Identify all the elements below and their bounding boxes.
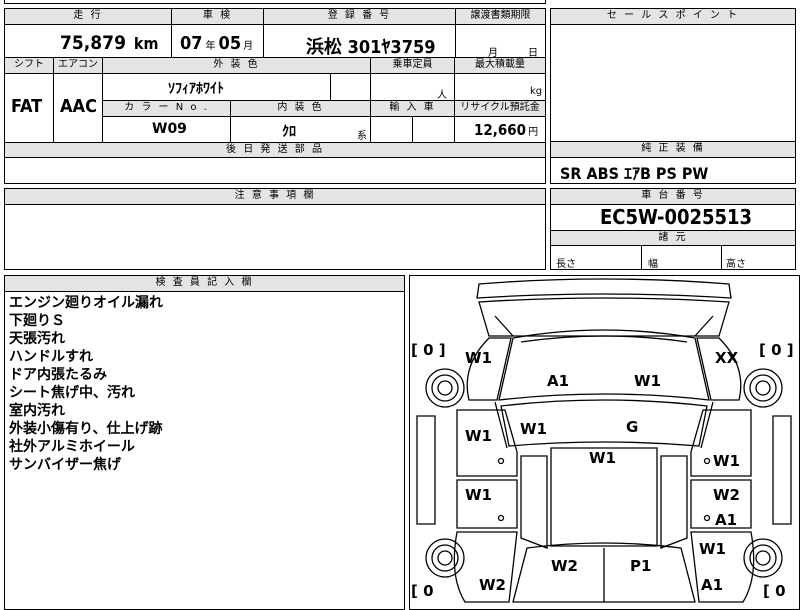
tire-front-right-label: [ 0 ] bbox=[759, 341, 794, 359]
interior-color-value: ｸﾛ bbox=[282, 124, 296, 140]
dimension-length-label: 長さ bbox=[556, 259, 576, 270]
aircon-value: AAC bbox=[60, 96, 97, 117]
damage-mark: W1 bbox=[465, 486, 492, 504]
chassis-number: EC5W-0025513 bbox=[600, 205, 753, 229]
inspector-notes-list: エンジン廻りオイル漏れ 下廻りＳ 天張汚れ ハンドルすれ ドア内張たるみ シート… bbox=[9, 294, 163, 474]
note-line: 社外アルミホイール bbox=[9, 439, 135, 455]
mileage-header: 走 行 bbox=[5, 9, 171, 25]
inspector-notes-header: 検 査 員 記 入 欄 bbox=[5, 276, 404, 292]
note-line: シート焦げ中、汚れ bbox=[9, 385, 135, 401]
note-line: 室内汚れ bbox=[9, 403, 65, 419]
equipment-value: SR ABS ｴｱB PS PW bbox=[560, 164, 709, 183]
recycle-fee-header: リサイクル預託金 bbox=[455, 101, 545, 117]
damage-mark: A1 bbox=[701, 576, 724, 594]
capacity-unit: 人 bbox=[437, 90, 447, 101]
damage-mark: A1 bbox=[547, 372, 570, 390]
damage-mark: W1 bbox=[713, 452, 740, 470]
max-load-header: 最大積載量 bbox=[455, 58, 545, 74]
transfer-deadline-header: 譲渡書類期限 bbox=[456, 9, 545, 25]
damage-mark: A1 bbox=[715, 511, 738, 529]
color-no-value: W09 bbox=[152, 121, 187, 137]
registration-value: 浜松 301ﾔ3759 bbox=[306, 37, 436, 58]
sales-point-box bbox=[550, 8, 796, 142]
cautions-header: 注 意 事 項 欄 bbox=[5, 189, 545, 205]
note-line: 天張汚れ bbox=[9, 331, 65, 347]
inspection-header: 車 検 bbox=[172, 9, 263, 25]
damage-mark: P1 bbox=[630, 557, 652, 575]
capacity-header: 乗車定員 bbox=[371, 58, 454, 74]
note-line: ドア内張たるみ bbox=[9, 367, 107, 383]
max-load-unit: kg bbox=[530, 86, 543, 97]
damage-mark: W2 bbox=[713, 486, 740, 504]
note-line: ハンドルすれ bbox=[9, 349, 93, 365]
damage-mark: W1 bbox=[465, 349, 492, 367]
shift-header: シフト bbox=[5, 58, 53, 74]
tire-rear-left-label: [ 0 bbox=[411, 582, 434, 600]
interior-color-suffix: 系 bbox=[357, 131, 367, 142]
sales-point-header: セ ー ル ス ポ イ ン ト bbox=[551, 9, 795, 25]
dimension-width-label: 幅 bbox=[648, 259, 658, 270]
tire-front-left-label: [ 0 ] bbox=[411, 341, 446, 359]
aircon-header: エアコン bbox=[54, 58, 102, 74]
tire-rear-right-label: [ 0 bbox=[763, 582, 786, 600]
note-line: 外装小傷有り、仕上げ跡 bbox=[9, 421, 163, 437]
damage-mark: W1 bbox=[465, 427, 492, 445]
equipment-header: 純 正 装 備 bbox=[551, 142, 795, 158]
registration-header: 登 録 番 号 bbox=[264, 9, 455, 25]
dimensions-header: 諸 元 bbox=[551, 231, 795, 246]
note-line: 下廻りＳ bbox=[9, 313, 65, 329]
damage-mark: XX bbox=[715, 349, 739, 367]
interior-color-header: 内 装 色 bbox=[231, 101, 370, 117]
shift-value: FAT bbox=[11, 96, 43, 117]
note-line: エンジン廻りオイル漏れ bbox=[9, 295, 163, 311]
exterior-color-header: 外 装 色 bbox=[103, 58, 370, 74]
exterior-color-value: ｿﾌｨｱﾎﾜｲﾄ bbox=[168, 81, 224, 97]
import-header: 輸 入 車 bbox=[371, 101, 454, 117]
recycle-fee-value: 12,660 円 bbox=[474, 121, 539, 139]
damage-mark: W1 bbox=[589, 449, 616, 467]
top-clipped-strip bbox=[4, 0, 546, 4]
chassis-header: 車 台 番 号 bbox=[551, 189, 795, 205]
damage-mark: W2 bbox=[479, 576, 506, 594]
note-line: サンバイザー焦げ bbox=[9, 457, 121, 473]
damage-mark: W1 bbox=[699, 540, 726, 558]
damage-mark: W2 bbox=[551, 557, 578, 575]
damage-mark: W1 bbox=[634, 372, 661, 390]
inspection-value: 07 年 05 月 bbox=[180, 33, 254, 54]
mileage-value: 75,879 km bbox=[60, 32, 159, 54]
damage-mark: W1 bbox=[520, 420, 547, 438]
dimension-height-label: 高さ bbox=[726, 259, 746, 270]
later-parts-header: 後 日 発 送 部 品 bbox=[5, 143, 545, 158]
color-no-header: カ ラ ー N o . bbox=[103, 101, 230, 117]
damage-mark: G bbox=[626, 418, 639, 436]
